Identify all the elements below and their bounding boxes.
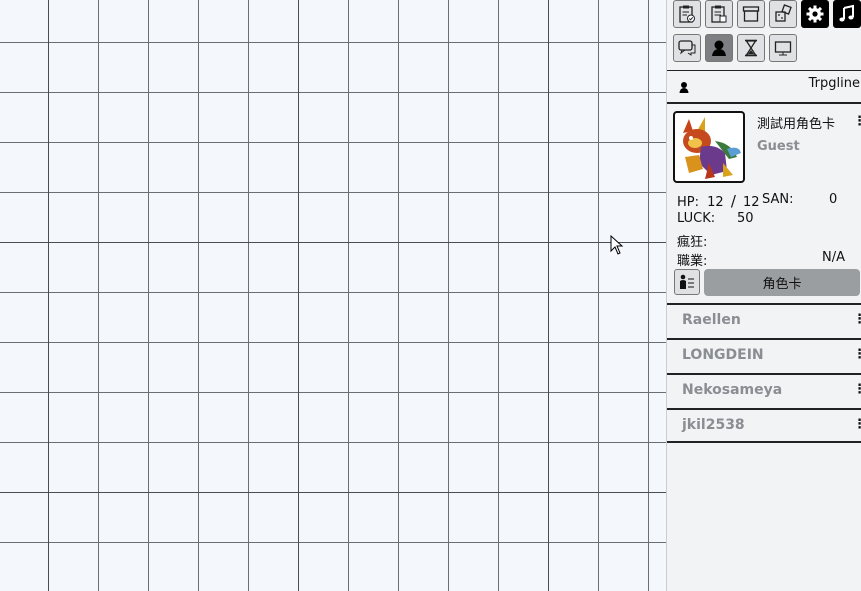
dice-button[interactable] [769, 0, 797, 28]
character-avatar[interactable] [673, 111, 745, 183]
monitor-icon [774, 41, 792, 56]
settings-button[interactable] [801, 0, 829, 28]
user-name: Raellen [682, 312, 741, 328]
user-name: LONGDEIN [682, 347, 764, 363]
user-menu-button[interactable]: ⋮ [853, 417, 861, 432]
user-menu-button[interactable]: ⋮ [853, 382, 861, 397]
dice-icon [775, 4, 792, 22]
music-button[interactable] [833, 0, 861, 28]
chat-button[interactable] [673, 34, 701, 62]
music-note-icon [839, 4, 854, 22]
toolbar-row-2 [673, 34, 797, 62]
san-label: SAN: [762, 192, 794, 207]
section-title: Trpgline [808, 76, 860, 91]
timer-button[interactable] [737, 34, 765, 62]
character-sheet-button[interactable]: 角色卡 [704, 269, 860, 296]
battle-map-grid[interactable] [0, 0, 666, 591]
luck-label: LUCK: [677, 211, 716, 226]
characters-button[interactable] [705, 34, 733, 62]
hp-label: HP: [677, 195, 699, 210]
character-portrait-image [683, 117, 741, 179]
user-icon [679, 82, 689, 93]
hp-separator: / [730, 192, 736, 210]
chat-bubbles-icon [678, 40, 696, 56]
hp-stat: HP: 12 / 12 [677, 192, 760, 210]
hp-max: 12 [743, 195, 760, 210]
san-value: 0 [829, 192, 838, 207]
sidebar: Trpgline 測試用角色卡 ⋮ Guest HP: 12 / 12 SAN:… [666, 0, 861, 591]
clipboard-list-icon [711, 5, 727, 23]
hourglass-icon [745, 39, 757, 57]
user-row[interactable]: Raellen ⋮ [667, 303, 861, 338]
character-menu-button[interactable]: ⋮ [853, 114, 861, 129]
character-owner: Guest [757, 139, 800, 154]
person-list-icon [680, 274, 694, 289]
clipboard-check-button[interactable] [673, 0, 701, 28]
clipboard-list-button[interactable] [705, 0, 733, 28]
archive-box-icon [742, 6, 760, 22]
user-name: jkil2538 [682, 417, 745, 433]
user-name: Nekosameya [682, 382, 783, 398]
madness-label: 瘋狂: [677, 235, 708, 250]
user-silhouette-icon [712, 40, 726, 56]
gear-icon [806, 5, 824, 23]
user-row[interactable]: jkil2538 ⋮ [667, 408, 861, 443]
clipboard-check-icon [679, 5, 695, 23]
hp-current: 12 [707, 195, 724, 210]
character-name[interactable]: 測試用角色卡 [757, 113, 835, 132]
character-card: 測試用角色卡 ⋮ Guest HP: 12 / 12 SAN: 0 LUCK: … [667, 104, 861, 300]
character-detail-toggle-button[interactable] [674, 269, 700, 295]
user-menu-button[interactable]: ⋮ [853, 347, 861, 362]
job-value: N/A [822, 250, 845, 265]
archive-button[interactable] [737, 0, 765, 28]
toolbar-row-1 [673, 0, 861, 28]
user-row[interactable]: LONGDEIN ⋮ [667, 338, 861, 373]
job-label: 職業: [677, 254, 708, 269]
user-row[interactable]: Nekosameya ⋮ [667, 373, 861, 408]
mouse-cursor-icon [610, 235, 624, 255]
luck-value: 50 [737, 211, 754, 226]
user-menu-button[interactable]: ⋮ [853, 312, 861, 327]
user-list: Raellen ⋮ LONGDEIN ⋮ Nekosameya ⋮ jkil25… [667, 303, 861, 443]
characters-section-header: Trpgline [667, 70, 861, 104]
display-button[interactable] [769, 34, 797, 62]
